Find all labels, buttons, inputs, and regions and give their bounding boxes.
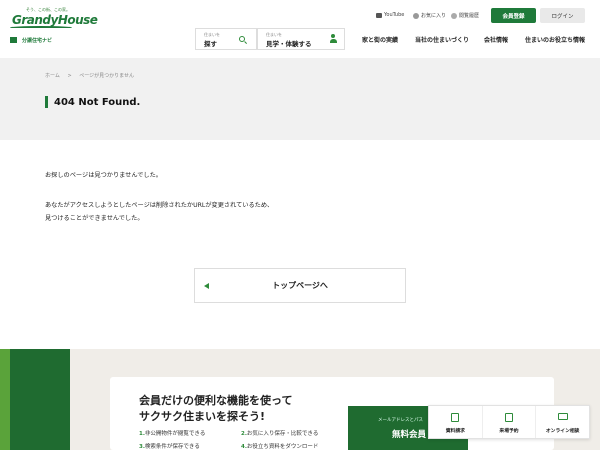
promo-stripe-dark [10, 349, 70, 450]
document-icon [451, 413, 460, 422]
breadcrumb-separator: > [67, 73, 72, 79]
history-label: 閲覧履歴 [459, 13, 480, 19]
favorites-link[interactable]: お気に入り [413, 12, 446, 19]
online-consultation-label: オンライン相談 [545, 429, 580, 434]
nav-useful-info[interactable]: 住まいのお役立ち情報 [525, 35, 585, 44]
online-consultation-button[interactable]: オンライン相談 [536, 406, 589, 438]
request-documents-label: 資料請求 [445, 429, 465, 434]
title-accent-bar [45, 96, 48, 108]
breadcrumb-home[interactable]: ホーム [45, 73, 60, 79]
calendar-icon [505, 413, 513, 422]
logo-brand: GrandyHouse [12, 13, 98, 27]
not-found-detail-line1: あなたがアクセスしようとしたページは削除されたかURLが変更されているため、 [45, 202, 274, 209]
member-register-button[interactable]: 会員登録 [491, 8, 536, 23]
promo-heading-line1: 会員だけの便利な機能を使って [139, 394, 293, 407]
register-big-label: 無料会員 [392, 430, 427, 440]
promo-feature: 3.検索条件が保存できる [139, 442, 200, 450]
logo-swoosh-icon [10, 26, 72, 29]
register-small-label: メールアドレスとパス [378, 418, 423, 423]
monitor-icon [557, 413, 568, 420]
nav-house-making[interactable]: 当社の住まいづくり [415, 35, 469, 44]
youtube-label: YouTube [384, 12, 405, 18]
login-button[interactable]: ログイン [540, 8, 585, 23]
favorites-label: お気に入り [421, 13, 447, 19]
visit-reservation-label: 来場予約 [499, 429, 519, 434]
promo-stripe-light [0, 349, 10, 450]
person-body-icon [329, 39, 337, 43]
top-page-button[interactable]: トップページへ [194, 268, 406, 303]
top-page-label: トップページへ [272, 281, 328, 290]
house-icon [10, 37, 17, 43]
logo-subtitle: 分譲住宅ナビ [22, 38, 53, 44]
person-icon [331, 34, 335, 38]
youtube-link[interactable]: YouTube [376, 12, 404, 18]
feature-text: 非公開物件が閲覧できる [144, 431, 206, 437]
nav-company[interactable]: 会社情報 [484, 35, 508, 44]
floating-action-bar: 資料請求 来場予約 オンライン相談 [428, 405, 590, 439]
search-icon [239, 36, 245, 42]
visit-big-label: 見学・体験する [266, 40, 312, 48]
breadcrumb: ホーム > ページが見つかりません [45, 72, 134, 79]
promo-feature: 2.お気に入り保存・比較できる [241, 429, 318, 437]
not-found-message: お探しのページは見つかりませんでした。 [45, 172, 162, 179]
heart-icon [413, 12, 419, 19]
youtube-icon [376, 12, 382, 18]
request-documents-button[interactable]: 資料請求 [429, 406, 483, 438]
page-title: 404 Not Found. [54, 97, 141, 108]
visit-reservation-button[interactable]: 来場予約 [483, 406, 537, 438]
not-found-detail-line2: 見つけることができませんでした。 [45, 215, 144, 222]
site-header: そう、この街、この家。 GrandyHouse 分譲住宅ナビ YouTube お… [0, 0, 600, 58]
promo-feature: 4.お役立ち資料をダウンロード [241, 442, 318, 450]
feature-text: お役立ち資料をダウンロード [246, 444, 319, 450]
promo-heading-line2: サクサク住まいを探そう! [139, 410, 266, 423]
visit-homes-button[interactable]: 住まいを 見学・体験する [257, 28, 345, 50]
nav-achievements[interactable]: 家と街の実績 [362, 35, 398, 44]
history-icon [451, 12, 457, 19]
search-homes-button[interactable]: 住まいを 探す [195, 28, 257, 50]
feature-text: お気に入り保存・比較できる [246, 431, 319, 437]
breadcrumb-current: ページが見つかりません [79, 73, 135, 79]
history-link[interactable]: 閲覧履歴 [451, 12, 479, 19]
feature-text: 検索条件が保存できる [144, 444, 200, 450]
search-big-label: 探す [204, 40, 217, 48]
promo-feature: 1.非公開物件が閲覧できる [139, 429, 205, 437]
